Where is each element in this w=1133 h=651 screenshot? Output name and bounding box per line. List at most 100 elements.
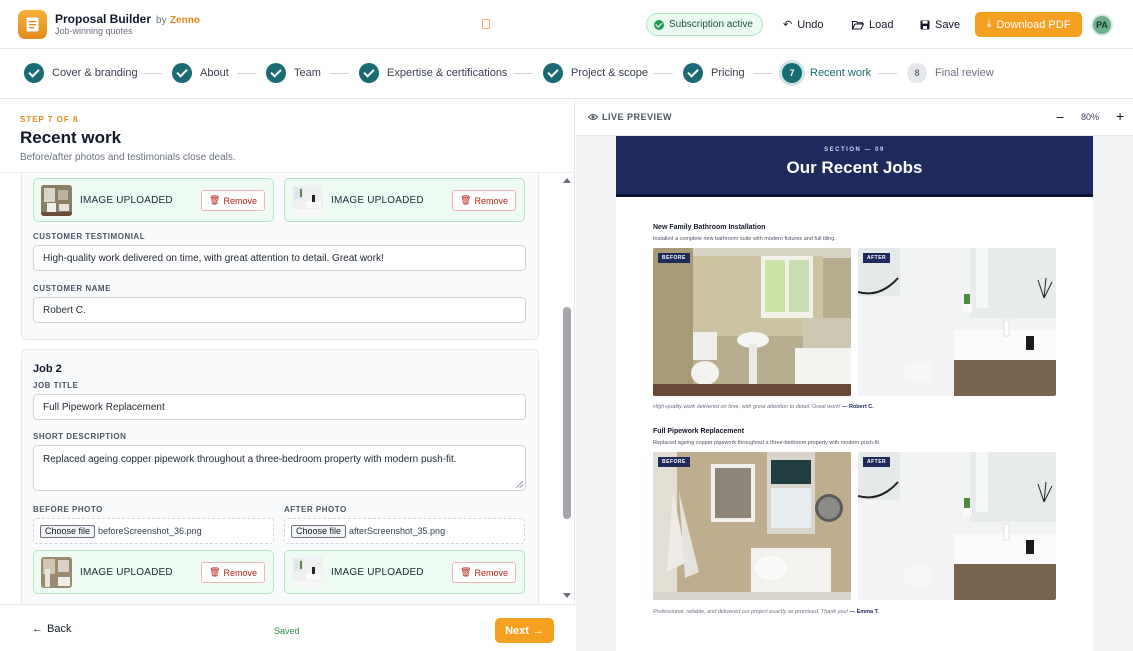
job-title-input[interactable]: Full Pipework Replacement [33, 394, 526, 420]
back-button[interactable]: ← Back [32, 623, 71, 635]
after-photo-file-input[interactable]: Choose file afterScreenshot_35.png [284, 518, 525, 544]
download-label: Download PDF [996, 18, 1071, 31]
step-expertise[interactable]: Expertise & certifications [359, 62, 507, 84]
download-pdf-button[interactable]: ⤓ Download PDF [975, 12, 1082, 37]
step-recent-work[interactable]: 7 Recent work [782, 62, 871, 84]
preview-before-photo: BEFORE [653, 452, 851, 600]
page-subtitle: Before/after photos and testimonials clo… [20, 152, 236, 163]
scrollbar-thumb[interactable] [563, 307, 571, 519]
before-tag: BEFORE [658, 253, 690, 263]
remove-after-button[interactable]: 🗑 Remove [452, 190, 516, 211]
load-button[interactable]: Load [852, 13, 893, 36]
job2-after-photo-uploaded: IMAGE UPLOADED 🗑 Remove [284, 550, 525, 594]
next-button[interactable]: Next → [495, 618, 554, 643]
trash-icon: 🗑 [460, 195, 472, 205]
preview-document: SECTION — 09 Our Recent Jobs New Family … [616, 136, 1093, 651]
step-about[interactable]: About [172, 62, 229, 84]
uploaded-label: IMAGE UPLOADED [80, 567, 173, 578]
preview-job-title: New Family Bathroom Installation [653, 224, 766, 231]
step-number-badge: 8 [907, 63, 927, 83]
check-circle-icon [172, 63, 192, 83]
remove-after-button[interactable]: 🗑 Remove [452, 562, 516, 583]
arrow-right-icon: → [532, 624, 544, 637]
preview-toolbar: LIVE PREVIEW − 80% + [576, 100, 1133, 136]
job-title-label: JOB TITLE [33, 381, 79, 390]
resize-grip-icon[interactable] [516, 481, 523, 488]
arrow-left-icon: ← [32, 623, 43, 635]
choose-file-button[interactable]: Choose file [291, 525, 347, 538]
step-final-review[interactable]: 8 Final review [907, 62, 994, 84]
saved-status: Saved [274, 626, 300, 636]
uploaded-label: IMAGE UPLOADED [331, 567, 424, 578]
load-label: Load [869, 18, 894, 31]
job2-before-photo-uploaded: IMAGE UPLOADED 🗑 Remove [33, 550, 274, 594]
back-label: Back [47, 623, 72, 635]
undo-icon: ↶ [783, 19, 793, 31]
app-name: Proposal Builder [55, 12, 152, 26]
step-label: Project & scope [571, 67, 649, 79]
step-label: Pricing [711, 67, 745, 79]
step-connector [330, 73, 349, 74]
progress-stepper: Cover & branding About Team Expertise & … [0, 49, 1133, 99]
app-header: Proposal Builder by Zenno Job-winning quo… [0, 0, 1133, 49]
section-kicker: SECTION — 09 [824, 147, 885, 153]
customer-name-input[interactable]: Robert C. [33, 297, 526, 323]
save-button[interactable]: Save [920, 13, 960, 36]
subscription-label: Subscription active [669, 19, 753, 30]
step-number-badge: 7 [782, 63, 802, 83]
brand-name: Zenno [169, 15, 200, 26]
remove-before-button[interactable]: 🗑 Remove [201, 562, 265, 583]
form-scroll-area[interactable]: IMAGE UPLOADED 🗑 Remove IMAGE UPLOADED 🗑 R… [0, 172, 575, 604]
before-tag: BEFORE [658, 457, 690, 467]
remove-label: Remove [223, 195, 257, 206]
trash-icon: 🗑 [460, 567, 472, 577]
after-photo-thumbnail [292, 557, 323, 588]
step-connector [753, 73, 772, 74]
undo-button[interactable]: ↶ Undo [783, 13, 824, 36]
check-circle-icon [359, 63, 379, 83]
step-label: Recent work [810, 67, 872, 79]
testimonial-input[interactable]: High-quality work delivered on time, wit… [33, 245, 526, 271]
check-circle-icon [24, 63, 44, 83]
document-icon [26, 17, 39, 32]
testimonial-author: — Emma T. [849, 609, 879, 615]
step-team[interactable]: Team [266, 62, 321, 84]
preview-job-title: Full Pipework Replacement [653, 428, 745, 435]
check-circle-icon [266, 63, 286, 83]
preview-after-photo: AFTER [858, 452, 1056, 600]
form-scrollbar[interactable] [561, 172, 573, 604]
before-photo-file-input[interactable]: Choose file beforeScreenshot_36.png [33, 518, 274, 544]
scroll-up-arrow-icon[interactable] [563, 178, 571, 183]
preview-after-photo: AFTER [858, 248, 1056, 396]
folder-open-icon [852, 20, 864, 29]
step-connector [143, 73, 162, 74]
choose-file-button[interactable]: Choose file [40, 525, 96, 538]
step-label: Final review [935, 67, 994, 79]
remove-before-button[interactable]: 🗑 Remove [201, 190, 265, 211]
short-description-textarea[interactable]: Replaced ageing copper pipework througho… [33, 445, 526, 491]
step-cover-branding[interactable]: Cover & branding [24, 62, 138, 84]
after-photo-thumbnail [292, 185, 323, 216]
scroll-down-arrow-icon[interactable] [563, 593, 571, 598]
preview-testimonial: High-quality work delivered on time, wit… [653, 404, 874, 410]
zoom-out-button[interactable]: − [1056, 109, 1064, 125]
user-avatar[interactable]: PA [1091, 14, 1113, 36]
after-tag: AFTER [863, 253, 891, 263]
app-by: by [156, 15, 167, 26]
zoom-in-button[interactable]: + [1116, 108, 1124, 124]
before-file-name: beforeScreenshot_36.png [98, 526, 202, 536]
save-label: Save [935, 18, 961, 31]
form-footer: ← Back Saved Next → [0, 604, 575, 651]
step-pricing[interactable]: Pricing [683, 62, 745, 84]
app-logo [18, 10, 47, 39]
step-label: Expertise & certifications [387, 67, 508, 79]
form-panel: STEP 7 OF 8 Recent work Before/after pho… [0, 100, 575, 651]
step-connector [514, 73, 533, 74]
section-header: SECTION — 09 Our Recent Jobs [616, 136, 1093, 197]
zoom-level: 80% [1081, 112, 1100, 122]
eye-icon [588, 114, 598, 120]
preview-before-photo: BEFORE [653, 248, 851, 396]
file-icon[interactable] [482, 19, 490, 29]
step-project-scope[interactable]: Project & scope [543, 62, 648, 84]
uploaded-label: IMAGE UPLOADED [80, 195, 173, 206]
